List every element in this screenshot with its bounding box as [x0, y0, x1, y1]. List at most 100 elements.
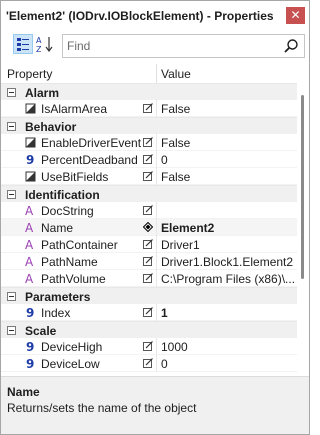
- property-row[interactable]: A PathName Driver1.Block1.Element2: [1, 253, 297, 270]
- category-row[interactable]: Alarm: [1, 83, 297, 100]
- categorized-view-icon: [17, 38, 29, 51]
- scrollbar-thumb[interactable]: [301, 95, 304, 279]
- search-icon[interactable]: [283, 38, 299, 54]
- category-row[interactable]: Scale: [1, 321, 297, 338]
- window-title: 'Element2' (IODrv.IOBlockElement) - Prop…: [6, 9, 274, 23]
- property-row[interactable]: 9 PercentDeadband 0: [1, 151, 297, 168]
- property-value[interactable]: False: [161, 136, 295, 150]
- column-divider: [156, 270, 157, 287]
- svg-text:A: A: [25, 204, 34, 217]
- numeric-type-icon: 9: [26, 306, 34, 319]
- property-name: IsAlarmArea: [41, 102, 108, 116]
- search-box[interactable]: [62, 34, 305, 58]
- property-row[interactable]: A DocString: [1, 202, 297, 219]
- property-name: UseBitFields: [41, 170, 109, 184]
- category-label: Alarm: [25, 86, 60, 100]
- collapse-toggle-icon[interactable]: [7, 88, 16, 97]
- description-text: Returns/sets the name of the object: [7, 401, 197, 415]
- column-divider: [156, 219, 157, 236]
- selected-diamond-icon[interactable]: [143, 222, 153, 232]
- property-grid: Alarm IsAlarmArea False Behavior EnableDrive…: [1, 83, 297, 375]
- category-row[interactable]: Behavior: [1, 117, 297, 134]
- edit-pencil-icon[interactable]: [143, 358, 153, 368]
- string-type-icon: A: [25, 204, 34, 217]
- edit-pencil-icon[interactable]: [143, 239, 153, 249]
- property-row[interactable]: UseBitFields False: [1, 168, 297, 185]
- edit-pencil-icon[interactable]: [143, 103, 153, 113]
- property-value[interactable]: Element2: [161, 221, 295, 235]
- close-button[interactable]: ✕: [286, 7, 305, 24]
- property-row[interactable]: 9 Index 1: [1, 304, 297, 321]
- category-row[interactable]: Identification: [1, 185, 297, 202]
- category-label: Identification: [25, 188, 100, 202]
- edit-pencil-icon[interactable]: [143, 154, 153, 164]
- category-row[interactable]: Parameters: [1, 287, 297, 304]
- property-value[interactable]: False: [161, 170, 295, 184]
- title-bar[interactable]: 'Element2' (IODrv.IOBlockElement) - Prop…: [1, 1, 309, 29]
- property-name: DeviceHigh: [41, 340, 103, 354]
- column-splitter[interactable]: [156, 64, 157, 84]
- svg-text:9: 9: [26, 306, 34, 319]
- boolean-type-icon: [25, 171, 36, 182]
- svg-text:A: A: [25, 255, 34, 268]
- category-label: Scale: [25, 324, 57, 338]
- categorized-view-button[interactable]: [13, 34, 33, 54]
- collapse-toggle-icon[interactable]: [7, 292, 16, 301]
- svg-text:9: 9: [26, 357, 34, 370]
- property-row[interactable]: EnableDriverEvent False: [1, 134, 297, 151]
- column-divider: [156, 236, 157, 253]
- edit-pencil-icon[interactable]: [143, 273, 153, 283]
- numeric-type-icon: 9: [26, 340, 34, 353]
- category-label: Behavior: [25, 120, 77, 134]
- column-divider: [156, 304, 157, 321]
- property-value[interactable]: 1000: [161, 340, 295, 354]
- svg-text:9: 9: [26, 153, 34, 166]
- svg-text:A: A: [25, 272, 34, 285]
- property-row[interactable]: A PathVolume C:\Program Files (x86)\...: [1, 270, 297, 287]
- column-divider: [156, 151, 157, 168]
- header-property: Property: [7, 67, 53, 81]
- svg-text:Z: Z: [36, 45, 42, 54]
- property-name: PathContainer: [41, 238, 118, 252]
- edit-pencil-icon[interactable]: [143, 307, 153, 317]
- collapse-toggle-icon[interactable]: [7, 122, 16, 131]
- property-name: DeviceLow: [41, 357, 100, 371]
- grid-header: Property Value: [1, 64, 309, 85]
- property-value[interactable]: Driver1: [161, 238, 295, 252]
- search-input[interactable]: [67, 38, 267, 54]
- property-value[interactable]: C:\Program Files (x86)\...: [161, 272, 295, 286]
- category-label: Parameters: [25, 290, 91, 304]
- column-divider: [156, 168, 157, 185]
- sort-alphabetical-icon: A Z: [36, 36, 53, 54]
- column-divider: [156, 253, 157, 270]
- svg-text:A: A: [25, 238, 34, 251]
- property-name: EnableDriverEvent: [41, 136, 142, 150]
- alphabetical-sort-button[interactable]: A Z: [35, 34, 55, 54]
- property-name: PathVolume: [41, 272, 106, 286]
- vertical-scrollbar[interactable]: [297, 83, 309, 375]
- collapse-toggle-icon[interactable]: [7, 190, 16, 199]
- boolean-type-icon: [25, 103, 36, 114]
- property-row[interactable]: IsAlarmArea False: [1, 100, 297, 117]
- property-row[interactable]: 9 DeviceLow 0: [1, 355, 297, 372]
- edit-pencil-icon[interactable]: [143, 171, 153, 181]
- edit-pencil-icon[interactable]: [143, 341, 153, 351]
- property-value[interactable]: Driver1.Block1.Element2: [161, 255, 295, 269]
- property-value[interactable]: False: [161, 102, 295, 116]
- edit-pencil-icon[interactable]: [143, 137, 153, 147]
- property-row[interactable]: A Name Element2: [1, 219, 297, 236]
- edit-pencil-icon[interactable]: [143, 205, 153, 215]
- property-row[interactable]: 9 DeviceHigh 1000: [1, 338, 297, 355]
- property-row[interactable]: A PathContainer Driver1: [1, 236, 297, 253]
- collapse-toggle-icon[interactable]: [7, 326, 16, 335]
- property-name: PercentDeadband: [41, 153, 138, 167]
- property-name: Name: [41, 221, 74, 235]
- property-value[interactable]: 0: [161, 153, 295, 167]
- property-value[interactable]: 0: [161, 357, 295, 371]
- property-name: Index: [41, 306, 71, 320]
- string-type-icon: A: [25, 272, 34, 285]
- edit-pencil-icon[interactable]: [143, 256, 153, 266]
- property-value[interactable]: 1: [161, 306, 295, 320]
- string-type-icon: A: [25, 221, 34, 234]
- property-name: DocString: [41, 204, 94, 218]
